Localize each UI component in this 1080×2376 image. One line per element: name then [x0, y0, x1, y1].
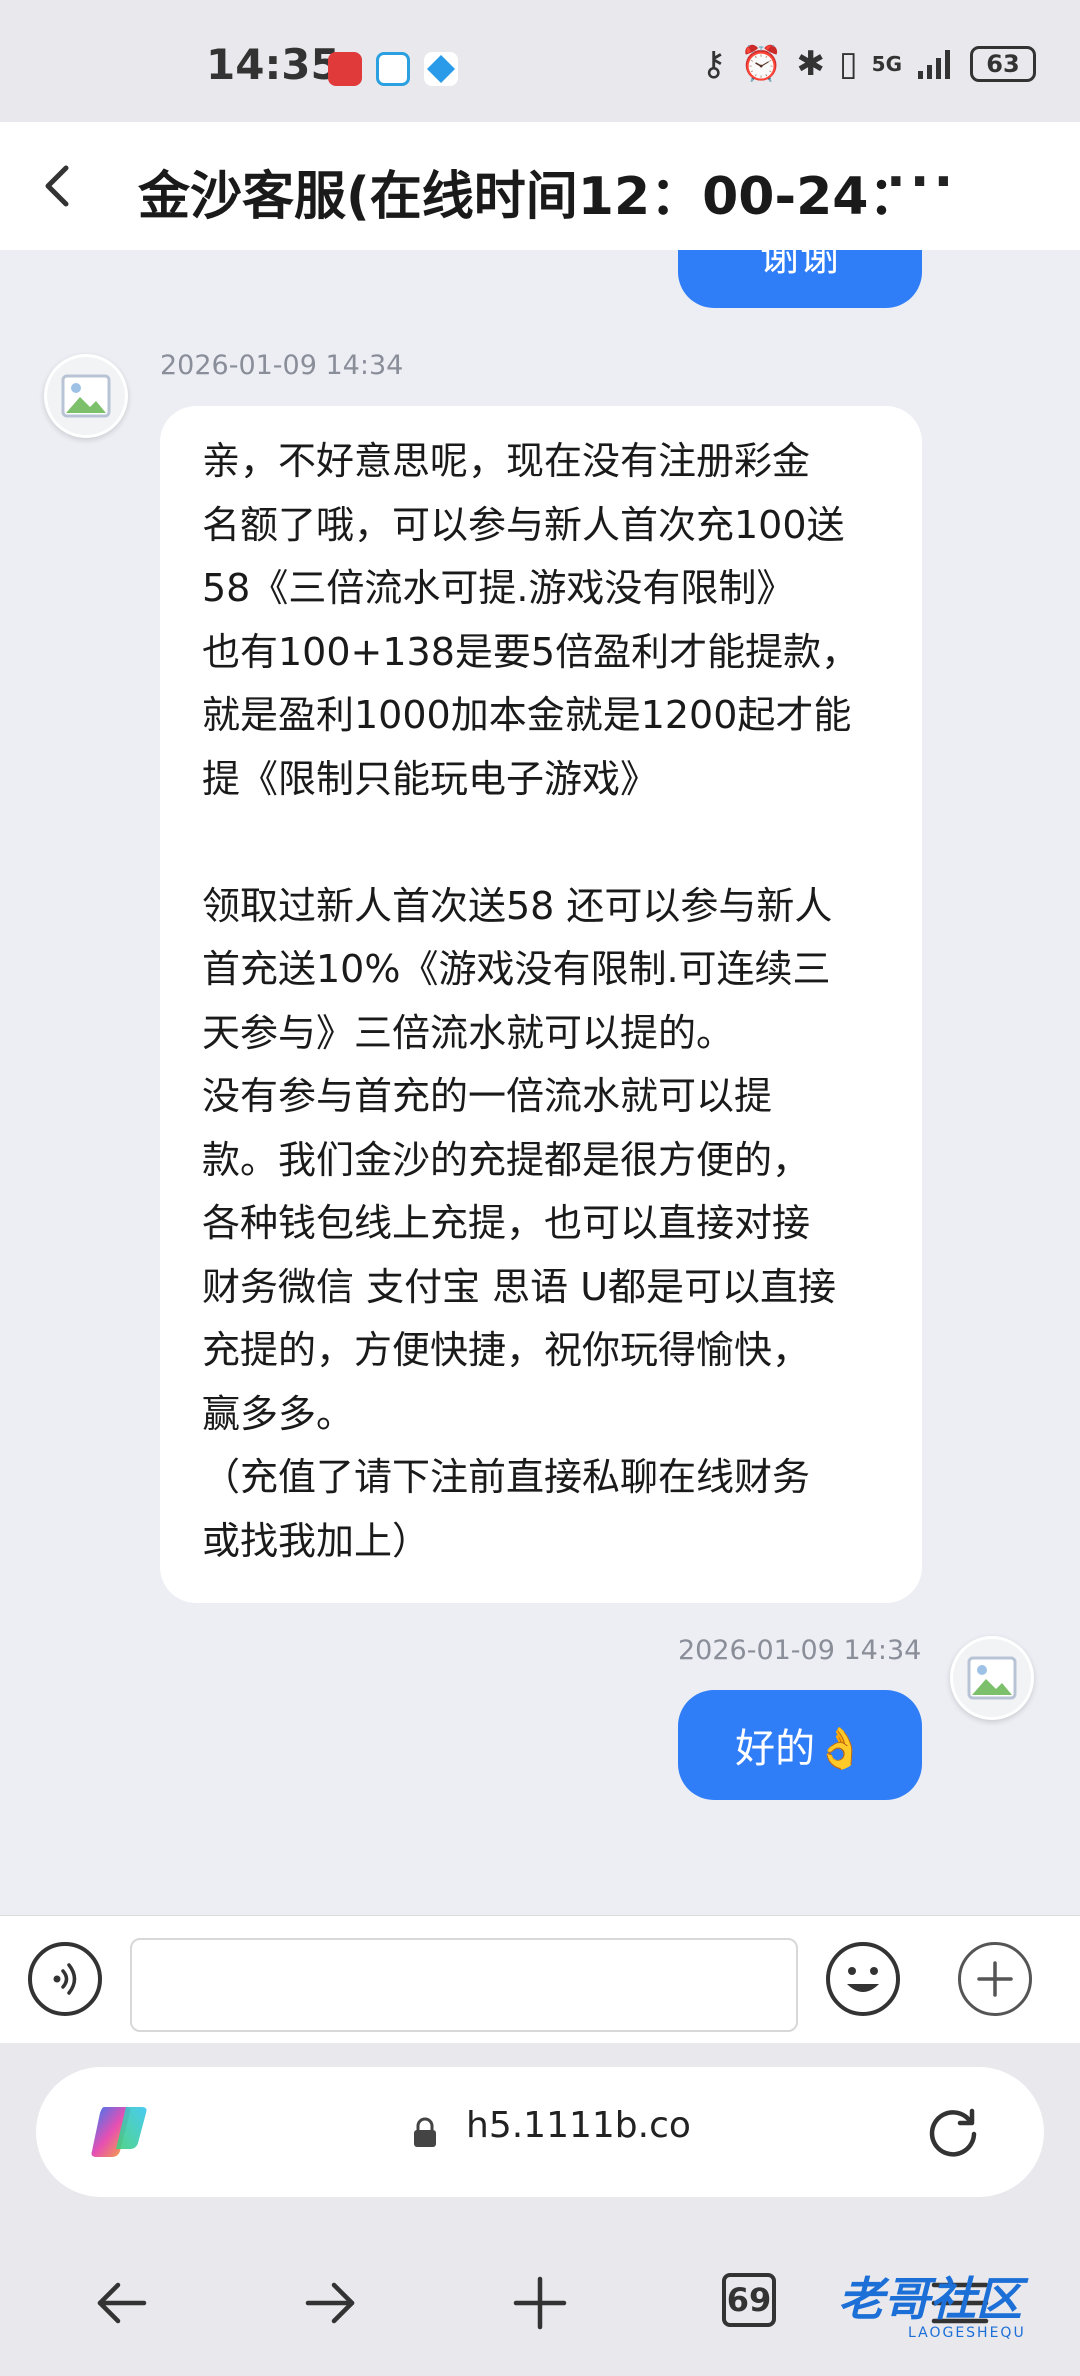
network-type: 5G: [871, 52, 902, 76]
address-bar[interactable]: h5.1111b.co: [36, 2067, 1044, 2197]
voice-icon: [53, 1963, 77, 1995]
plus-icon: [977, 1961, 1013, 1997]
reload-icon[interactable]: [924, 2105, 982, 2163]
status-icons: ⚷ ⏰ ✱ ▯ 5G 63: [701, 44, 1036, 84]
tab-count-button[interactable]: 69: [722, 2273, 776, 2327]
huawei-app-icon: [328, 52, 362, 86]
battery-icon: 63: [970, 46, 1036, 82]
image-placeholder-icon: [61, 374, 111, 418]
avatar[interactable]: [950, 1636, 1034, 1720]
lock-icon: [414, 2117, 436, 2147]
back-icon[interactable]: [90, 2271, 154, 2335]
back-arrow-icon[interactable]: [32, 160, 84, 212]
alarm-icon: ⏰: [740, 44, 783, 84]
message-bubble-out: 好的👌: [678, 1690, 922, 1800]
add-attachment-button[interactable]: [958, 1942, 1032, 2016]
status-bar: 14:35 ⚷ ⏰ ✱ ▯ 5G 63: [0, 0, 1080, 122]
more-icon[interactable]: ···: [886, 152, 957, 212]
key-icon: ⚷: [701, 44, 727, 84]
chat-header: 金沙客服(在线时间12：00-24： ···: [0, 122, 1080, 250]
avatar[interactable]: [44, 354, 128, 438]
signal-icon: [918, 50, 950, 79]
voice-input-button[interactable]: [28, 1942, 102, 2016]
app-icon-2: [376, 52, 410, 86]
new-tab-icon[interactable]: [508, 2271, 572, 2335]
message-text: 谢谢: [760, 250, 840, 280]
watermark-subtext: LAOGESHEQU: [908, 2325, 1026, 2341]
image-placeholder-icon: [967, 1656, 1017, 1700]
chat-area[interactable]: 谢谢 2026-01-09 14:34 亲，不好意思呢，现在没有注册彩金 名额了…: [0, 250, 1080, 1915]
vibrate-icon: ▯: [838, 44, 858, 84]
message-timestamp: 2026-01-09 14:34: [160, 350, 404, 381]
status-time: 14:35: [206, 40, 340, 89]
page-title: 金沙客服(在线时间12：00-24：: [138, 167, 921, 227]
bluetooth-icon: ✱: [796, 44, 825, 84]
watermark-logo: 老哥社区: [838, 2272, 1022, 2326]
browser-nav-bar: 69 老哥社区 LAOGESHEQU: [0, 2233, 1080, 2373]
app-icon-3: [424, 52, 458, 86]
message-input-bar: [0, 1915, 1080, 2043]
copilot-icon[interactable]: [86, 2099, 152, 2165]
message-text: 好的👌: [735, 1726, 865, 1772]
url-text[interactable]: h5.1111b.co: [466, 2105, 691, 2146]
forward-icon[interactable]: [298, 2271, 362, 2335]
message-timestamp: 2026-01-09 14:34: [678, 1635, 922, 1666]
browser-toolbar: h5.1111b.co 69 老哥社区 LAOGESHEQU: [0, 2043, 1080, 2376]
message-input[interactable]: [130, 1938, 798, 2032]
message-bubble-in: 亲，不好意思呢，现在没有注册彩金 名额了哦，可以参与新人首次充100送 58《三…: [160, 406, 922, 1603]
emoji-button[interactable]: [826, 1942, 900, 2016]
smiley-icon: [847, 1967, 879, 1992]
message-bubble-out: 谢谢: [678, 250, 922, 308]
